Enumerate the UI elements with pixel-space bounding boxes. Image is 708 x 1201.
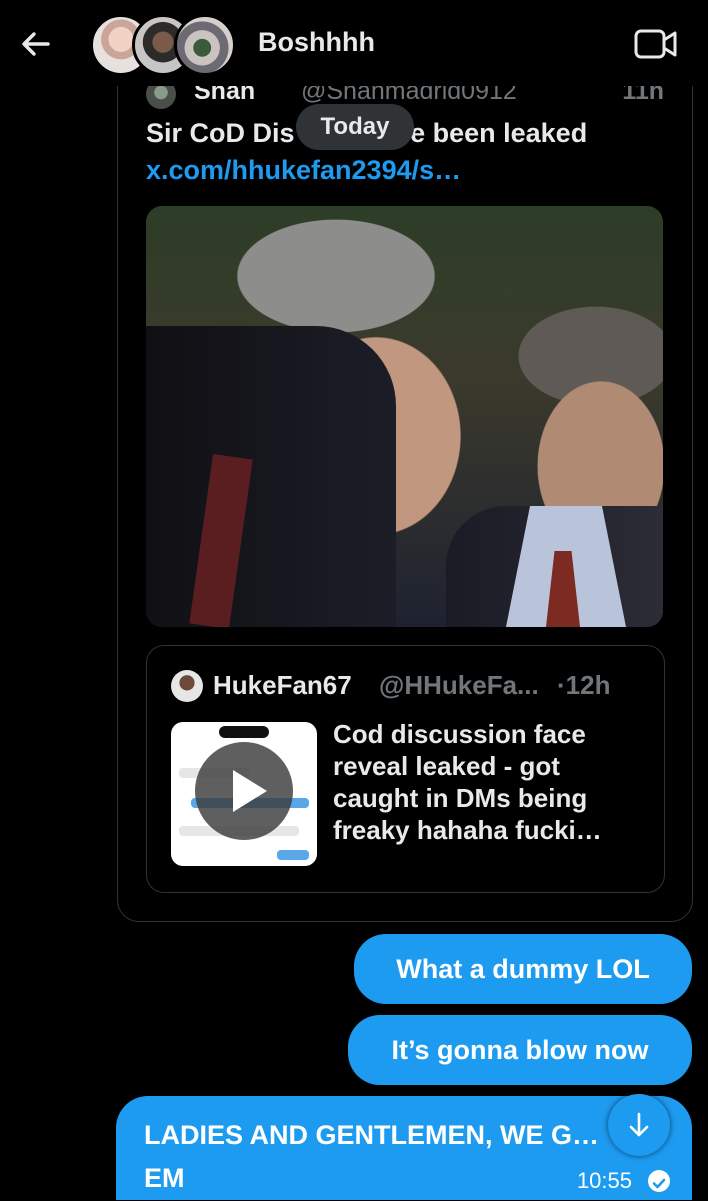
quoted-tweet-card[interactable]: HukeFan67 @HHukeFa... ·12h Cod discussio…: [146, 645, 665, 893]
conversation-title[interactable]: Boshhhh: [258, 27, 375, 58]
message-text: LADIES AND GENTLEMEN, WE G… EM: [144, 1120, 600, 1193]
date-separator: Today: [296, 104, 414, 150]
video-camera-icon: [634, 29, 677, 59]
quoted-tweet-header: HukeFan67 @HHukeFa... ·12h: [171, 670, 640, 704]
play-button[interactable]: [195, 742, 293, 840]
scroll-to-bottom-button[interactable]: [608, 1094, 670, 1156]
tweet-text-start: Sir CoD Dis: [146, 118, 295, 148]
message-bubble[interactable]: It’s gonna blow now: [348, 1015, 692, 1085]
quoted-tweet-time: ·12h: [557, 670, 611, 700]
avatar: [171, 670, 203, 702]
conversation-header: Boshhhh: [0, 0, 708, 86]
arrow-left-icon: [22, 32, 50, 56]
photo-suit-left: [146, 326, 396, 627]
message-bubble[interactable]: LADIES AND GENTLEMEN, WE G… EM 10:55: [116, 1096, 692, 1200]
message-bubble[interactable]: What a dummy LOL: [354, 934, 692, 1004]
thumbnail-pill: [219, 726, 269, 738]
video-call-button[interactable]: [634, 28, 678, 60]
back-button[interactable]: [18, 26, 54, 62]
play-icon: [233, 770, 267, 812]
tweet-link[interactable]: x.com/hhukefan2394/s…: [146, 155, 461, 185]
shared-tweet-card[interactable]: Shah @Shahmadrid0912 11h Sir CoD Dis fil…: [117, 60, 693, 922]
thumbnail-line: [277, 850, 309, 860]
check-circle-icon: [648, 1170, 670, 1192]
quoted-author-handle: @HHukeFa...: [379, 670, 539, 700]
arrow-down-icon: [629, 1112, 649, 1137]
group-avatars[interactable]: [90, 14, 240, 76]
tweet-photo[interactable]: [146, 206, 663, 627]
avatar: [174, 14, 236, 76]
quoted-author-name: HukeFan67: [213, 670, 352, 700]
video-thumbnail[interactable]: [171, 722, 317, 866]
quoted-tweet-text: Cod discussion face reveal leaked - got …: [333, 719, 602, 845]
message-time: 10:55: [576, 1168, 632, 1193]
